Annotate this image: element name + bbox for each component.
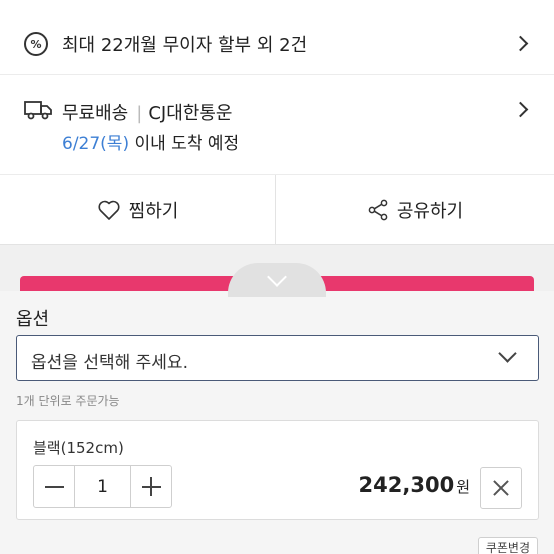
courier-name: CJ대한통운 xyxy=(148,103,233,124)
delivery-eta: 6/27(목) 이내 도착 예정 xyxy=(62,129,239,154)
order-unit-note: 1개 단위로 주문가능 xyxy=(16,394,120,408)
chevron-right-icon xyxy=(512,35,529,52)
price-currency: 원 xyxy=(456,478,470,496)
installment-text: 최대 22개월 무이자 할부 외 2건 xyxy=(62,35,308,56)
heart-icon xyxy=(98,200,120,220)
like-label: 찜하기 xyxy=(128,201,179,222)
share-button[interactable]: 공유하기 xyxy=(277,175,553,245)
selected-option-name: 블랙(152cm) xyxy=(33,439,124,457)
share-label: 공유하기 xyxy=(396,201,464,222)
action-row: 찜하기 공유하기 xyxy=(0,175,554,245)
option-select-placeholder: 옵션을 선택해 주세요. xyxy=(31,353,188,373)
truck-icon xyxy=(24,101,52,120)
option-select[interactable]: 옵션을 선택해 주세요. xyxy=(16,335,539,381)
remove-option-button[interactable] xyxy=(480,467,522,509)
selected-option-card: 블랙(152cm) 1 242,300 원 xyxy=(16,420,539,520)
shipping-info: 무료배송 | CJ대한통운 xyxy=(62,99,232,125)
installment-row[interactable]: % 최대 22개월 무이자 할부 외 2건 xyxy=(0,0,554,75)
option-price: 242,300 원 xyxy=(359,473,470,497)
chevron-down-icon xyxy=(267,267,287,287)
share-icon xyxy=(368,199,388,221)
price-amount: 242,300 xyxy=(358,473,455,497)
percent-icon: % xyxy=(24,32,48,56)
option-title: 옵션 xyxy=(16,309,50,330)
decrease-quantity-button[interactable] xyxy=(34,466,75,507)
coupon-change-button[interactable]: 쿠폰변경 xyxy=(477,537,538,554)
increase-quantity-button[interactable] xyxy=(130,466,171,507)
shipping-type: 무료배송 xyxy=(62,103,129,124)
like-button[interactable]: 찜하기 xyxy=(0,175,276,245)
chevron-right-icon xyxy=(512,101,529,118)
divider: | xyxy=(136,103,143,124)
delivery-date: 6/27(목) xyxy=(62,134,130,154)
chevron-down-icon xyxy=(498,344,517,363)
delivery-row[interactable]: 무료배송 | CJ대한통운 6/27(목) 이내 도착 예정 xyxy=(0,75,554,175)
delivery-eta-text: 이내 도착 예정 xyxy=(129,134,240,154)
sheet-collapse-handle[interactable] xyxy=(228,263,326,297)
quantity-value[interactable]: 1 xyxy=(75,466,130,507)
quantity-stepper: 1 xyxy=(33,465,172,508)
